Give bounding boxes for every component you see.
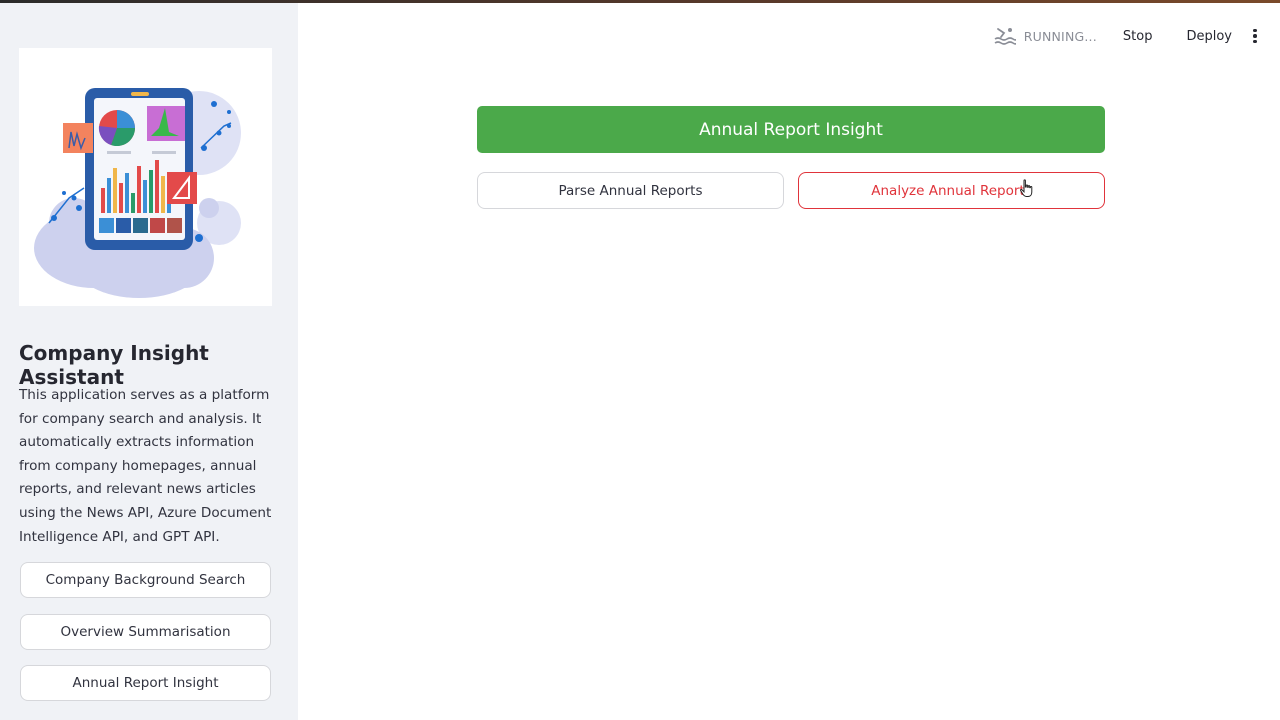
analyze-annual-reports-button[interactable]: Analyze Annual Reports [798, 172, 1105, 209]
sidebar-description: This application serves as a platform fo… [19, 387, 272, 545]
overview-summarisation-button[interactable]: Overview Summarisation [20, 614, 271, 650]
parse-annual-reports-button[interactable]: Parse Annual Reports [477, 172, 784, 209]
app-toolbar: RUNNING... Stop Deploy [994, 24, 1260, 48]
deploy-button[interactable]: Deploy [1178, 25, 1240, 48]
sidebar-scrollbar[interactable] [288, 6, 298, 720]
hand-pointer-cursor-icon [1020, 179, 1033, 197]
annual-report-insight-nav-button[interactable]: Annual Report Insight [20, 665, 271, 701]
swimmer-icon [994, 28, 1016, 45]
sidebar: Company Insight Assistant This applicati… [0, 3, 298, 720]
annual-report-insight-button[interactable]: Annual Report Insight [477, 106, 1105, 153]
sidebar-title: Company Insight Assistant [19, 341, 209, 389]
stop-button[interactable]: Stop [1115, 25, 1161, 48]
running-status-text: RUNNING... [1023, 28, 1097, 44]
logo-image [19, 48, 272, 306]
company-background-search-button[interactable]: Company Background Search [20, 562, 271, 598]
kebab-menu-icon[interactable] [1250, 27, 1260, 45]
analytics-tablet-illustration-icon [34, 88, 241, 298]
running-status: RUNNING... [994, 27, 1097, 45]
